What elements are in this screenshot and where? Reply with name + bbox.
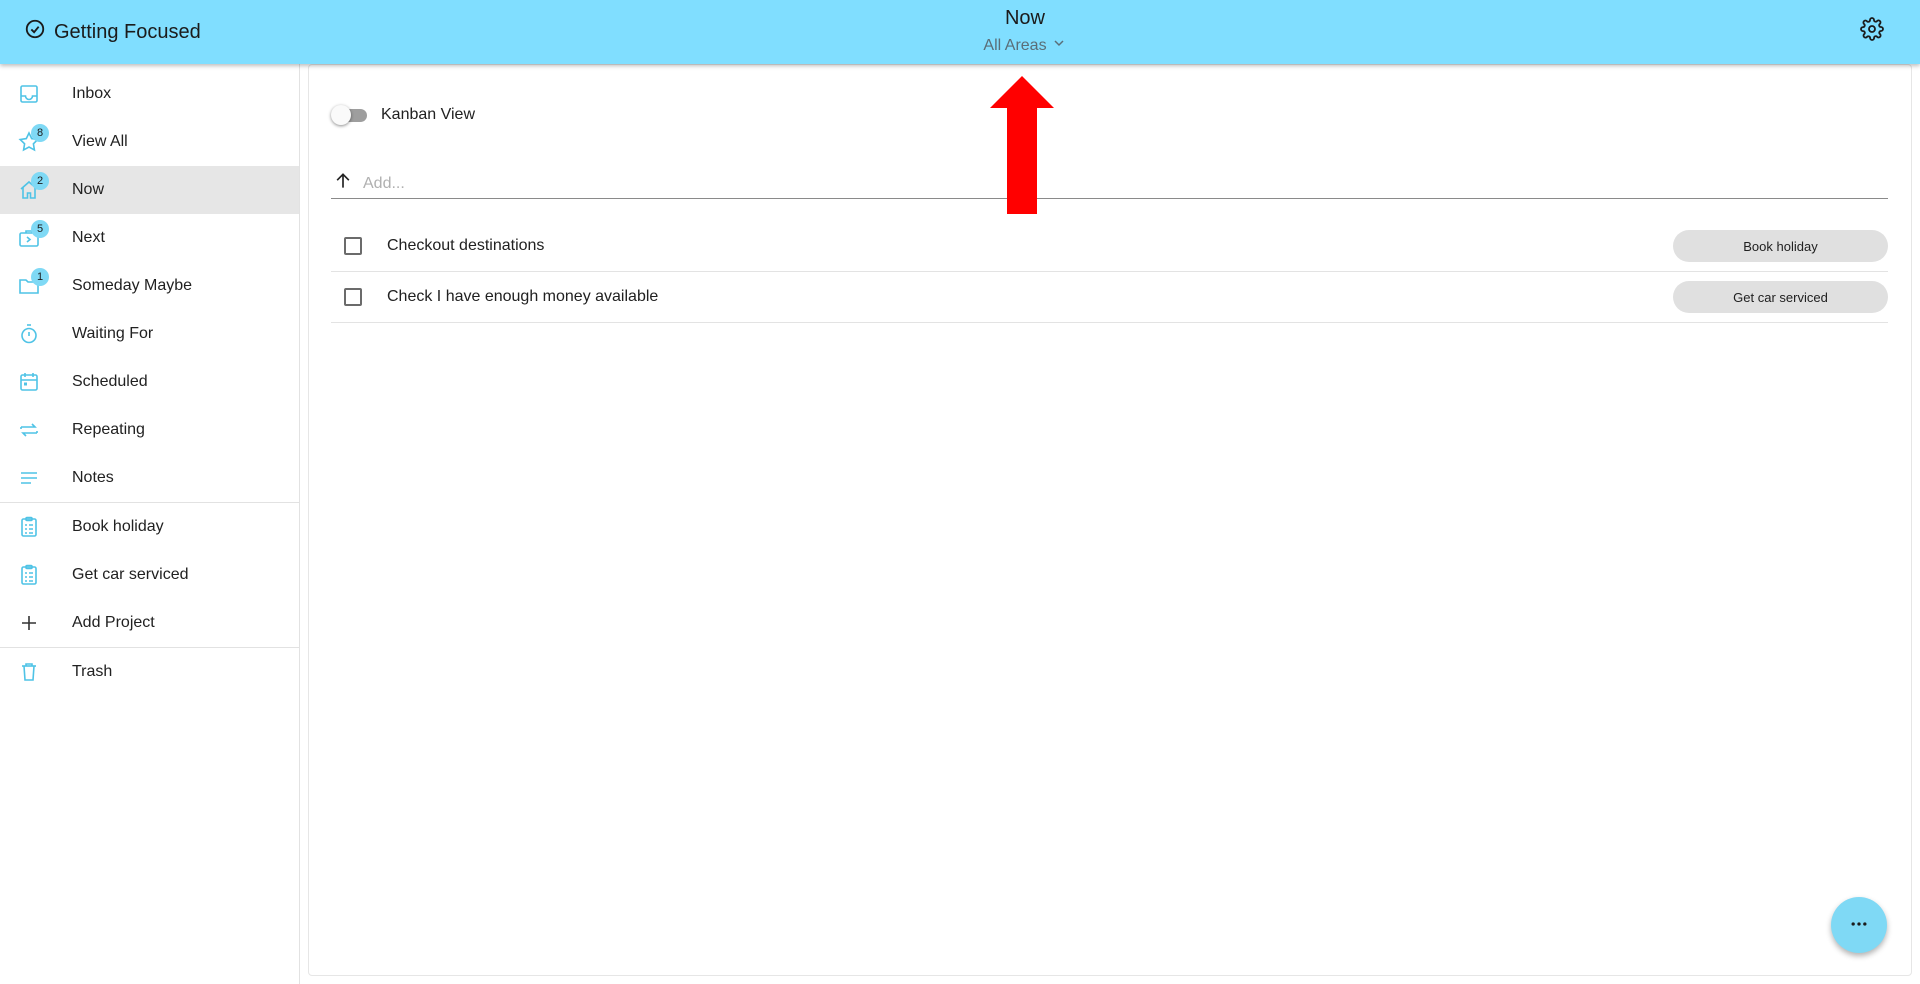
- sidebar-item-view-all[interactable]: 8 View All: [0, 118, 299, 166]
- kanban-toggle-row: Kanban View: [331, 105, 475, 125]
- clipboard-icon: [17, 563, 41, 587]
- sidebar-item-scheduled[interactable]: Scheduled: [0, 358, 299, 406]
- sidebar-item-label: Inbox: [72, 85, 112, 102]
- sidebar-item-notes[interactable]: Notes: [0, 454, 299, 502]
- sidebar-project-get-car-serviced[interactable]: Get car serviced: [0, 551, 299, 599]
- settings-button[interactable]: [1858, 16, 1886, 46]
- task-text: Check I have enough money available: [387, 288, 659, 305]
- main-panel: Kanban View Checkout destinations Book h…: [308, 64, 1912, 976]
- sidebar-item-label: Get car serviced: [72, 566, 189, 583]
- more-actions-button[interactable]: [1831, 897, 1887, 953]
- sidebar-item-label: Notes: [72, 469, 114, 486]
- sidebar-item-waiting-for[interactable]: Waiting For: [0, 310, 299, 358]
- sidebar-item-now[interactable]: 2 Now: [0, 166, 299, 214]
- sidebar-item-repeating[interactable]: Repeating: [0, 406, 299, 454]
- red-arrow-up-icon: [990, 76, 1054, 214]
- count-badge: 5: [31, 220, 49, 238]
- toggle-thumb: [331, 105, 351, 125]
- plus-icon: [17, 611, 41, 635]
- task-text: Checkout destinations: [387, 237, 545, 254]
- project-chip[interactable]: Book holiday: [1673, 230, 1888, 262]
- trash-icon: [17, 660, 41, 684]
- arrow-up-icon: [331, 171, 353, 196]
- sidebar-item-someday-maybe[interactable]: 1 Someday Maybe: [0, 262, 299, 310]
- task-checkbox[interactable]: [344, 237, 362, 255]
- add-project-button[interactable]: Add Project: [0, 599, 299, 647]
- task-row[interactable]: Check I have enough money available Get …: [331, 272, 1888, 323]
- sidebar-project-book-holiday[interactable]: Book holiday: [0, 503, 299, 551]
- count-badge: 1: [31, 268, 49, 286]
- sidebar-item-label: Waiting For: [72, 325, 154, 342]
- chevron-down-icon: [1051, 35, 1067, 56]
- sidebar-item-label: View All: [72, 133, 128, 150]
- sidebar-item-label: Scheduled: [72, 373, 148, 390]
- sidebar-item-label: Repeating: [72, 421, 145, 438]
- sidebar-item-label: Someday Maybe: [72, 277, 193, 294]
- app-brand[interactable]: Getting Focused: [24, 19, 201, 45]
- clipboard-icon: [17, 515, 41, 539]
- sidebar-item-label: Add Project: [72, 614, 155, 631]
- add-task-row: [331, 169, 1888, 199]
- count-badge: 8: [31, 124, 49, 142]
- page-title: Now: [1004, 7, 1045, 29]
- kanban-toggle[interactable]: [331, 105, 367, 125]
- more-horizontal-icon: [1849, 914, 1869, 937]
- sidebar-item-label: Book holiday: [72, 518, 164, 535]
- kanban-label: Kanban View: [381, 106, 475, 123]
- sidebar-item-trash[interactable]: Trash: [0, 648, 299, 696]
- sidebar-item-next[interactable]: 5 Next: [0, 214, 299, 262]
- app-header: Getting Focused Now All Areas: [0, 0, 1920, 64]
- gear-icon: [1860, 16, 1884, 46]
- check-circle-icon: [24, 18, 46, 46]
- header-center: Now All Areas: [860, 6, 1190, 56]
- sidebar-item-label: Trash: [72, 663, 113, 680]
- sidebar-item-inbox[interactable]: Inbox: [0, 70, 299, 118]
- timer-icon: [17, 322, 41, 346]
- area-selector-label: All Areas: [983, 36, 1047, 54]
- add-task-input[interactable]: [363, 174, 1863, 193]
- repeat-icon: [17, 418, 41, 442]
- sidebar: Inbox 8 View All 2 Now 5 Next 1 Someday …: [0, 64, 300, 984]
- inbox-icon: [17, 82, 41, 106]
- task-list: Checkout destinations Book holiday Check…: [331, 221, 1888, 323]
- notes-icon: [17, 466, 41, 490]
- sidebar-item-label: Next: [72, 229, 105, 246]
- task-checkbox[interactable]: [344, 288, 362, 306]
- calendar-icon: [17, 370, 41, 394]
- sidebar-item-label: Now: [72, 181, 105, 198]
- task-row[interactable]: Checkout destinations Book holiday: [331, 221, 1888, 272]
- project-chip[interactable]: Get car serviced: [1673, 281, 1888, 313]
- app-title: Getting Focused: [54, 20, 201, 43]
- count-badge: 2: [31, 172, 49, 190]
- area-selector[interactable]: All Areas: [983, 35, 1066, 56]
